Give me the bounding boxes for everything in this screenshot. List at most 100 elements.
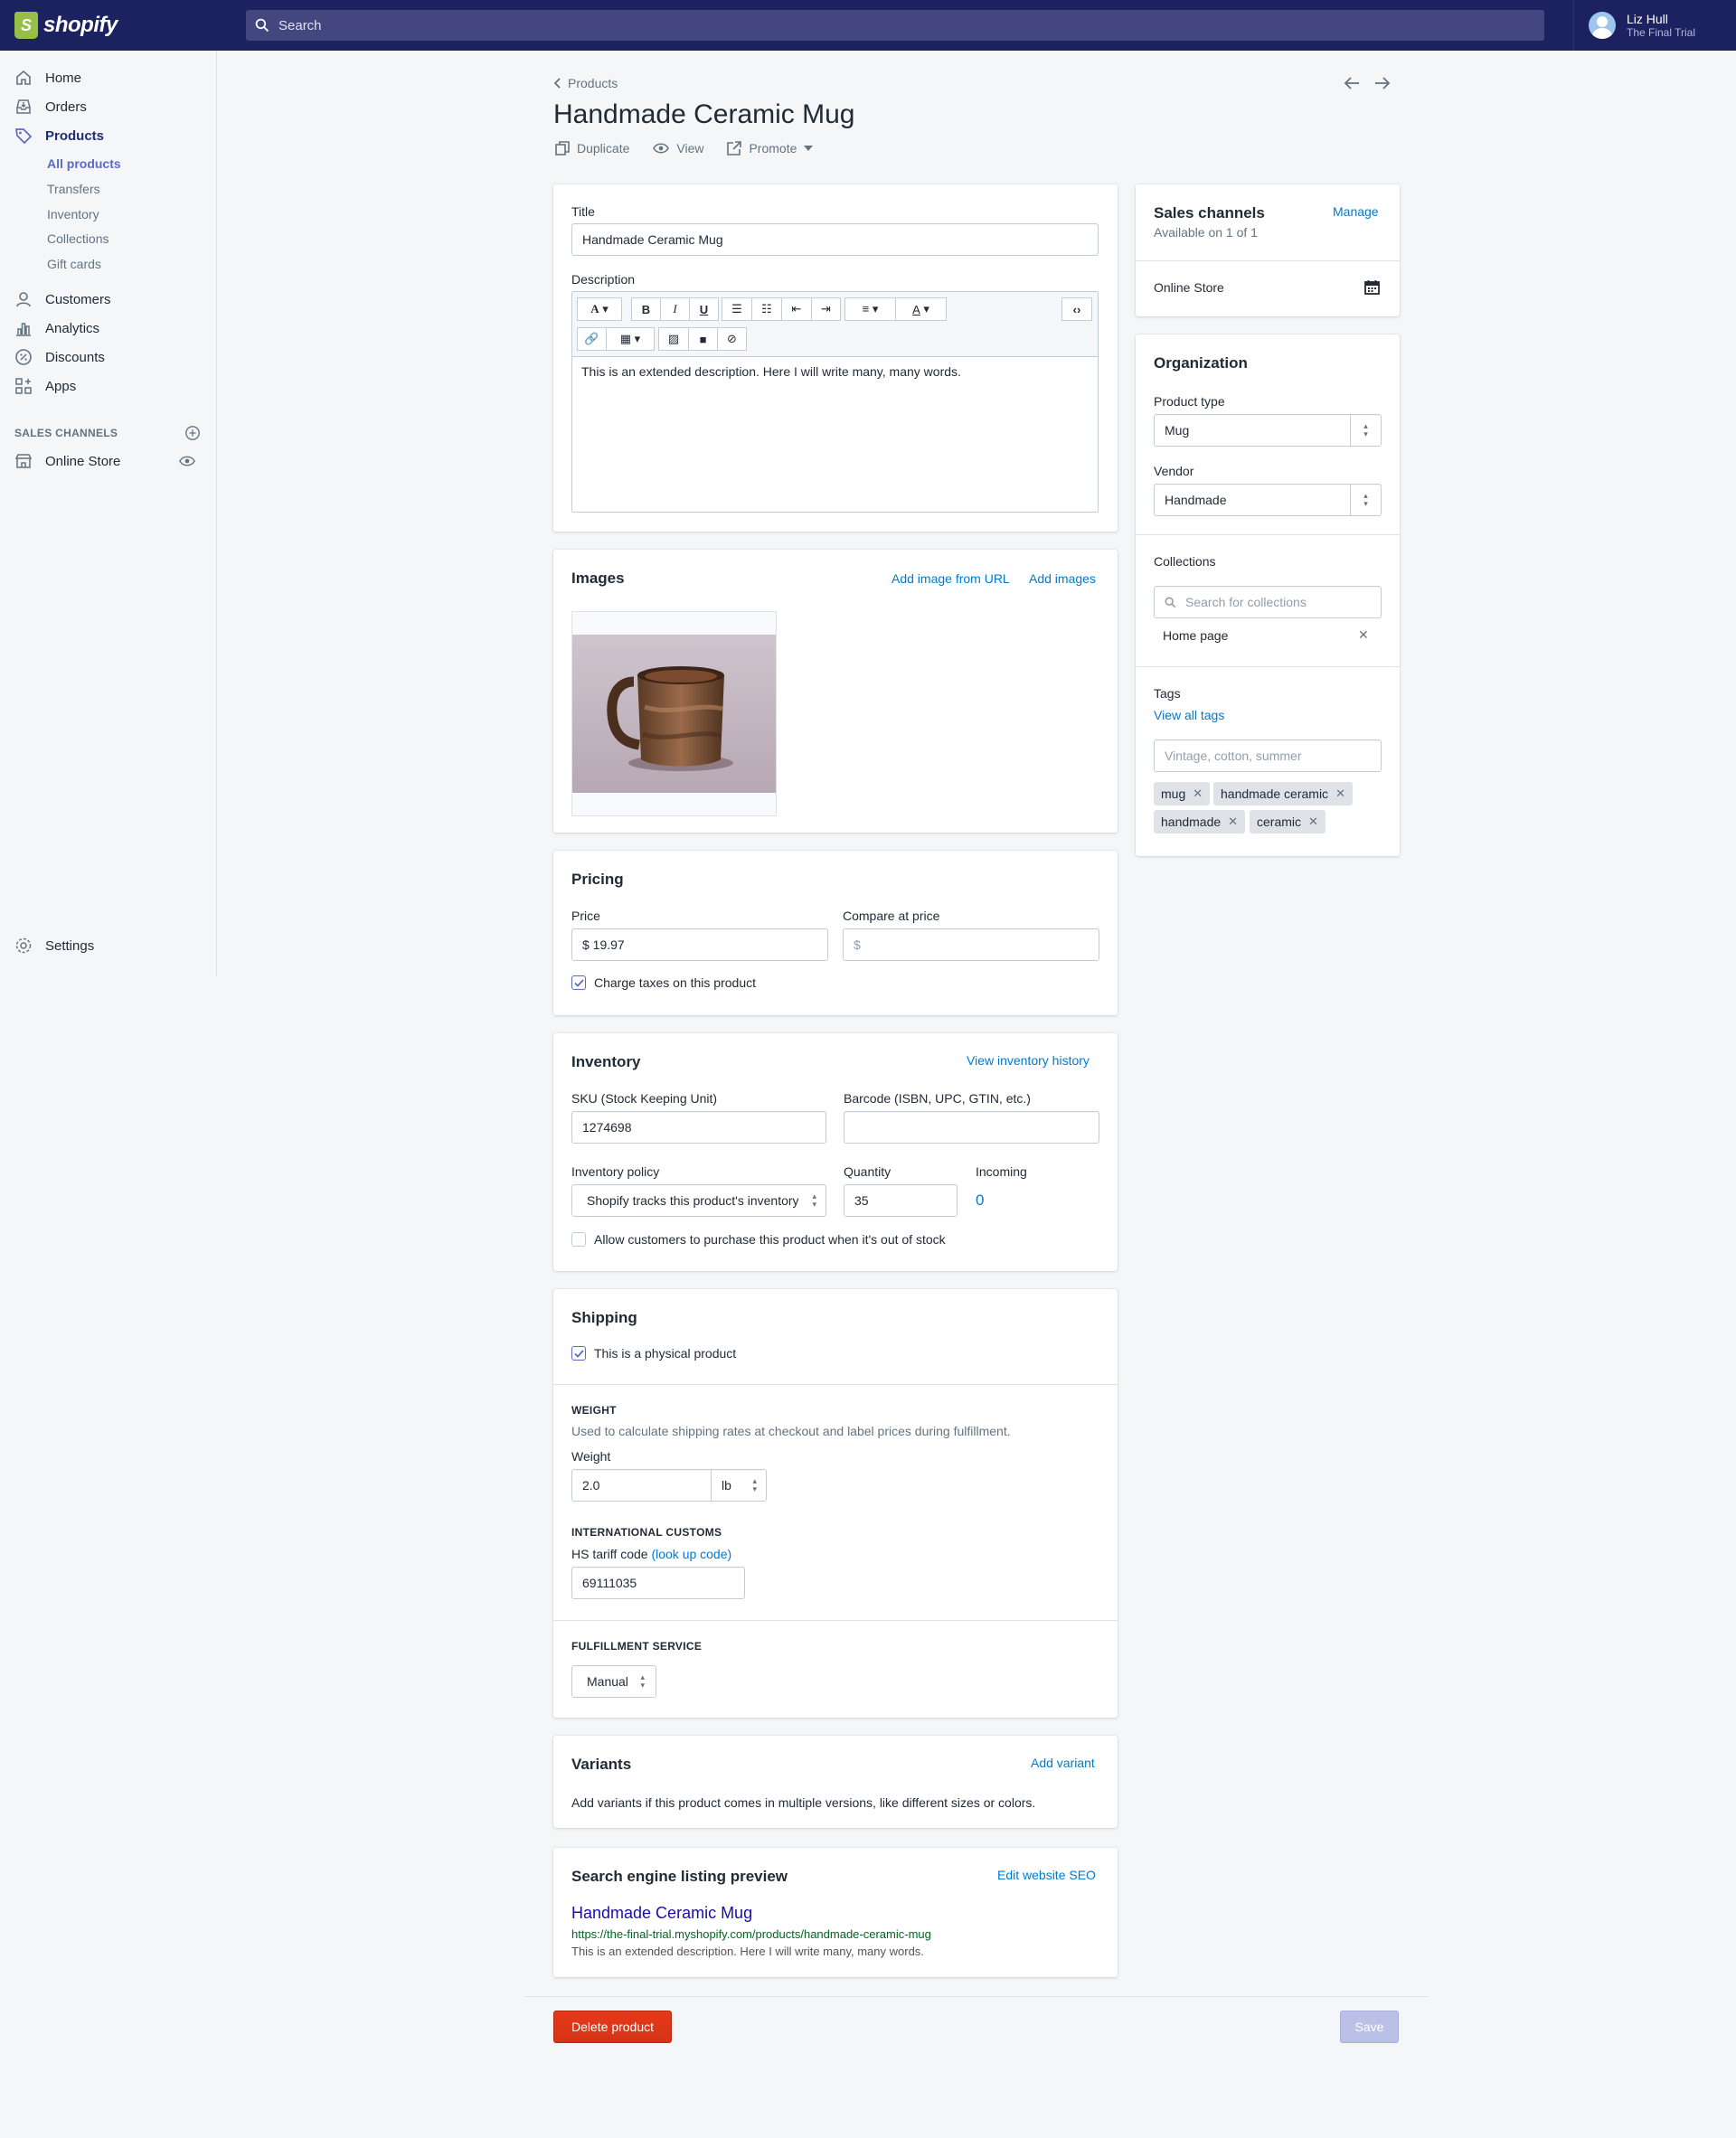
promote-button[interactable]: Promote [727, 141, 814, 155]
arrow-right-icon[interactable] [1374, 76, 1391, 90]
table-button[interactable]: ▦ ▾ [606, 327, 655, 351]
barcode-input[interactable] [844, 1111, 1099, 1144]
indent-button[interactable]: ⇥ [811, 297, 841, 321]
sidebar-sub-inventory[interactable]: Inventory [47, 203, 99, 225]
edit-seo-link[interactable]: Edit website SEO [997, 1868, 1096, 1882]
outdent-button[interactable]: ⇤ [781, 297, 812, 321]
add-variant-link[interactable]: Add variant [1031, 1756, 1095, 1770]
title-input[interactable] [571, 223, 1099, 256]
allow-oos-checkbox[interactable] [571, 1232, 586, 1247]
video-button[interactable]: ■ [688, 327, 718, 351]
view-all-tags-link[interactable]: View all tags [1154, 708, 1224, 722]
incoming-value[interactable]: 0 [976, 1191, 984, 1210]
clear-format-button[interactable]: ⊘ [717, 327, 747, 351]
product-type-select[interactable]: Mug ▴ ▾ [1154, 414, 1382, 447]
user-menu[interactable]: Liz Hull The Final Trial [1573, 0, 1736, 51]
sidebar-sub-all-products[interactable]: All products [47, 153, 121, 174]
bullet-list-button[interactable]: ☰ [722, 297, 752, 321]
tags-input[interactable] [1154, 739, 1382, 772]
price-input[interactable] [571, 928, 828, 961]
chevron-left-icon [553, 78, 561, 89]
inventory-policy-select[interactable]: Shopify tracks this product's inventory … [571, 1184, 826, 1217]
sidebar-item-online-store[interactable]: Online Store [0, 447, 216, 475]
sidebar-item-customers[interactable]: Customers [0, 286, 216, 313]
weight-input[interactable] [571, 1469, 712, 1502]
hs-code-input[interactable] [571, 1567, 745, 1599]
italic-button[interactable]: I [660, 297, 690, 321]
footer-divider [524, 1996, 1429, 1997]
add-images-link[interactable]: Add images [1029, 571, 1096, 586]
arrow-left-icon[interactable] [1344, 76, 1360, 90]
vendor-select[interactable]: Handmade ▴ ▾ [1154, 484, 1382, 516]
allow-oos-label: Allow customers to purchase this product… [594, 1232, 946, 1247]
price-label: Price [571, 909, 600, 923]
tag-chip: handmade ceramic ✕ [1213, 782, 1353, 805]
charge-taxes-checkbox[interactable] [571, 975, 586, 990]
product-details-card: Title Description A ▾ B I U ☰ ☷ ⇤ ⇥ ≡ ▾ … [553, 184, 1118, 532]
product-image-thumb[interactable] [571, 611, 777, 816]
html-button[interactable]: ‹› [1061, 297, 1092, 321]
product-type-value: Mug [1165, 423, 1190, 438]
align-button[interactable]: ≡ ▾ [844, 297, 896, 321]
sidebar-item-discounts[interactable]: Discounts [0, 344, 216, 371]
numbered-list-button[interactable]: ☷ [751, 297, 782, 321]
remove-tag-icon[interactable]: ✕ [1228, 815, 1238, 829]
duplicate-button[interactable]: Duplicate [555, 141, 629, 155]
collections-search-input[interactable] [1154, 586, 1382, 618]
sidebar-item-label: Customers [45, 291, 111, 307]
image-button[interactable]: ▨ [658, 327, 689, 351]
sidebar-item-orders[interactable]: Orders [0, 93, 216, 120]
fulfillment-select[interactable]: Manual ▴ ▾ [571, 1665, 656, 1698]
add-channel-icon[interactable] [184, 425, 201, 441]
underline-button[interactable]: U [689, 297, 719, 321]
quantity-input[interactable] [844, 1184, 958, 1217]
seo-heading: Search engine listing preview [571, 1868, 788, 1885]
search-bar[interactable] [246, 10, 1544, 41]
mug-image [572, 635, 776, 793]
manage-channels-link[interactable]: Manage [1333, 204, 1379, 219]
text-color-button[interactable]: A ▾ [895, 297, 947, 321]
add-image-url-link[interactable]: Add image from URL [892, 571, 1010, 586]
eye-icon[interactable] [179, 453, 195, 469]
sidebar-sub-gift-cards[interactable]: Gift cards [47, 253, 101, 275]
sidebar-item-analytics[interactable]: Analytics [0, 315, 216, 342]
hs-lookup-link[interactable]: (look up code) [651, 1547, 731, 1561]
logo-text: shopify [43, 13, 118, 37]
vendor-value: Handmade [1165, 493, 1227, 507]
remove-tag-icon[interactable]: ✕ [1335, 786, 1345, 801]
gear-icon [14, 937, 33, 955]
sidebar-item-apps[interactable]: Apps [0, 372, 216, 400]
sidebar-item-products[interactable]: Products [0, 122, 216, 149]
sku-input[interactable] [571, 1111, 826, 1144]
organization-heading: Organization [1154, 354, 1248, 372]
sidebar-sub-collections[interactable]: Collections [47, 228, 108, 250]
calendar-icon[interactable] [1364, 279, 1380, 295]
sidebar-item-label: Discounts [45, 349, 105, 365]
inventory-history-link[interactable]: View inventory history [967, 1053, 1090, 1068]
delete-product-button[interactable]: Delete product [553, 2011, 672, 2043]
remove-collection-icon[interactable]: ✕ [1358, 627, 1369, 643]
bold-button[interactable]: B [631, 297, 661, 321]
link-button[interactable]: 🔗 [577, 327, 607, 351]
search-input[interactable] [278, 17, 1544, 33]
weight-label: Weight [571, 1449, 611, 1464]
font-style-button[interactable]: A ▾ [577, 297, 622, 321]
remove-tag-icon[interactable]: ✕ [1193, 786, 1203, 801]
breadcrumb[interactable]: Products [553, 76, 618, 90]
remove-tag-icon[interactable]: ✕ [1308, 815, 1318, 829]
tag-chip-label: ceramic [1257, 815, 1302, 829]
editor-toolbar: A ▾ B I U ☰ ☷ ⇤ ⇥ ≡ ▾ A ▾ ‹› 🔗 ▦ ▾ ▨ ■ ⊘ [572, 292, 1098, 357]
images-card: Images Add image from URL Add images [553, 550, 1118, 833]
shopify-logo[interactable]: S shopify [0, 0, 216, 51]
physical-product-checkbox[interactable] [571, 1346, 586, 1361]
compare-price-input[interactable] [843, 928, 1099, 961]
orders-icon [14, 98, 33, 116]
sidebar-sub-transfers[interactable]: Transfers [47, 178, 100, 200]
weight-unit-select[interactable]: lb ▴ ▾ [711, 1469, 767, 1502]
sidebar-item-settings[interactable]: Settings [0, 932, 216, 959]
compare-price-label: Compare at price [843, 909, 940, 923]
description-text[interactable]: This is an extended description. Here I … [581, 364, 961, 379]
sidebar-item-home[interactable]: Home [0, 64, 216, 91]
save-button[interactable]: Save [1340, 2011, 1399, 2043]
view-button[interactable]: View [653, 141, 703, 155]
